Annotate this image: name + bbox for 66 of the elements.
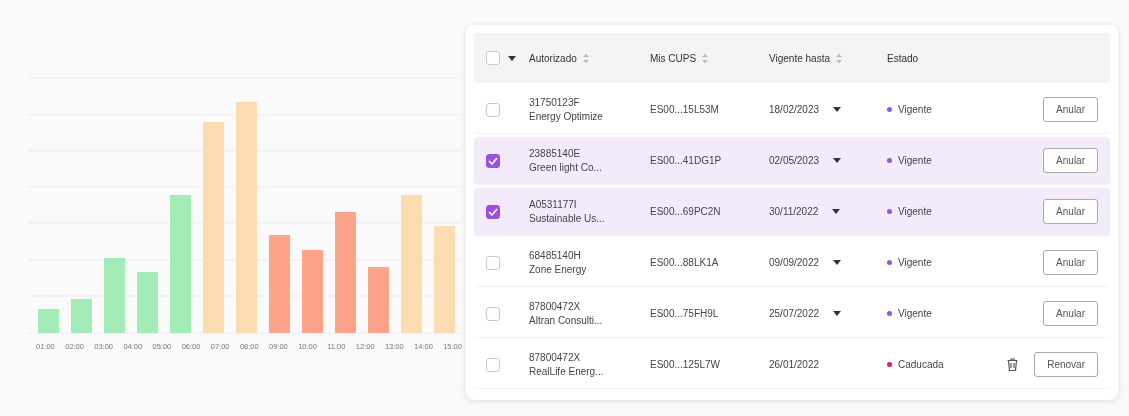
table-row[interactable]: A0531177I Sustainable Us... ES00...69PC2N 30/11/2022 Vigente Anular xyxy=(474,188,1110,236)
status-label: Vigente xyxy=(898,155,932,166)
column-header[interactable]: Autorizado xyxy=(529,52,589,64)
table-cell: 30/11/2022 xyxy=(769,206,819,217)
table-cell: Sustainable Us... xyxy=(529,213,605,224)
checkbox[interactable] xyxy=(486,51,500,65)
chart-bar xyxy=(368,267,389,333)
status-label: Vigente xyxy=(898,257,932,268)
table-row[interactable]: 87800472X RealLife Energ... ES00...125L7W 26/01/2022 Caducada Renovar xyxy=(474,341,1110,389)
table-cell: ES00...15L53M xyxy=(650,104,719,115)
table-cell: Green light Co... xyxy=(529,162,602,173)
action-button[interactable]: Anular xyxy=(1043,199,1098,224)
table-cell: 18/02/2023 xyxy=(769,104,820,115)
table-row[interactable]: 87800472X Altran Consulti... ES00...75FH9L 25/07/2022 Vigente Anular xyxy=(474,290,1110,338)
table-cell: 68485140H xyxy=(529,250,581,261)
check-icon xyxy=(488,156,498,165)
caret-icon[interactable] xyxy=(833,260,842,265)
checkbox[interactable] xyxy=(486,102,500,117)
checkbox[interactable] xyxy=(486,357,500,372)
checkbox[interactable] xyxy=(486,255,500,270)
checkbox[interactable] xyxy=(486,204,500,219)
table-cell: ES00...41DG1P xyxy=(650,155,722,166)
table-cell: Energy Optimize xyxy=(529,111,603,122)
caret-icon[interactable] xyxy=(508,55,516,61)
table-cell: 87800472X xyxy=(529,352,581,363)
table-cell: Zone Energy xyxy=(529,264,587,275)
table-cell: 23885140E xyxy=(529,148,581,159)
table-cell: 87800472X xyxy=(529,301,581,312)
caret-icon[interactable] xyxy=(832,209,841,214)
table-cell: ES00...75FH9L xyxy=(650,308,719,319)
column-header: Estado xyxy=(887,52,919,64)
caret-icon[interactable] xyxy=(833,107,842,112)
table-cell: RealLife Energ... xyxy=(529,366,604,377)
table-cell: 02/05/2023 xyxy=(769,155,820,166)
table-cell: ES00...125L7W xyxy=(650,359,721,370)
status-label: Vigente xyxy=(898,308,932,319)
column-header[interactable]: Mis CUPS xyxy=(650,52,709,64)
table-cell: 26/01/2022 xyxy=(769,359,820,370)
table-cell: ES00...88LK1A xyxy=(650,257,719,268)
table-row[interactable]: 23885140E Green light Co... ES00...41DG1P 02/05/2023 Vigente Anular xyxy=(474,137,1110,185)
checkbox[interactable] xyxy=(486,153,500,168)
checkbox[interactable] xyxy=(486,306,500,321)
status-label: Vigente xyxy=(898,104,932,115)
chart-bar xyxy=(38,309,59,333)
table-row[interactable]: 68485140H Zone Energy ES00...88LK1A 09/09/2022 Vigente Anular xyxy=(474,239,1110,287)
table-row[interactable]: 31750123F Energy Optimize ES00...15L53M 18/02/2023 Vigente Anular xyxy=(474,86,1110,134)
action-button[interactable]: Renovar xyxy=(1034,352,1098,377)
chart-bar xyxy=(71,299,92,333)
table-cell: Altran Consulti... xyxy=(529,315,603,326)
caret-icon[interactable] xyxy=(833,311,842,316)
action-button[interactable]: Anular xyxy=(1043,148,1098,173)
column-header[interactable]: Vigente hasta xyxy=(769,52,842,64)
table-cell: 25/07/2022 xyxy=(769,308,820,319)
action-button[interactable]: Anular xyxy=(1043,97,1098,122)
action-button[interactable]: Anular xyxy=(1043,301,1098,326)
status-label: Vigente xyxy=(898,206,932,217)
table-cell: ES00...69PC2N xyxy=(650,206,721,217)
status-label: Caducada xyxy=(898,359,944,370)
table-cell: A0531177I xyxy=(529,199,577,210)
table-cell: 31750123F xyxy=(529,97,580,108)
table-cell: 09/09/2022 xyxy=(769,257,820,268)
check-icon xyxy=(488,207,498,216)
chart-bar xyxy=(137,272,158,333)
trash-icon[interactable] xyxy=(1007,358,1019,371)
caret-icon[interactable] xyxy=(833,158,842,163)
action-button[interactable]: Anular xyxy=(1043,250,1098,275)
